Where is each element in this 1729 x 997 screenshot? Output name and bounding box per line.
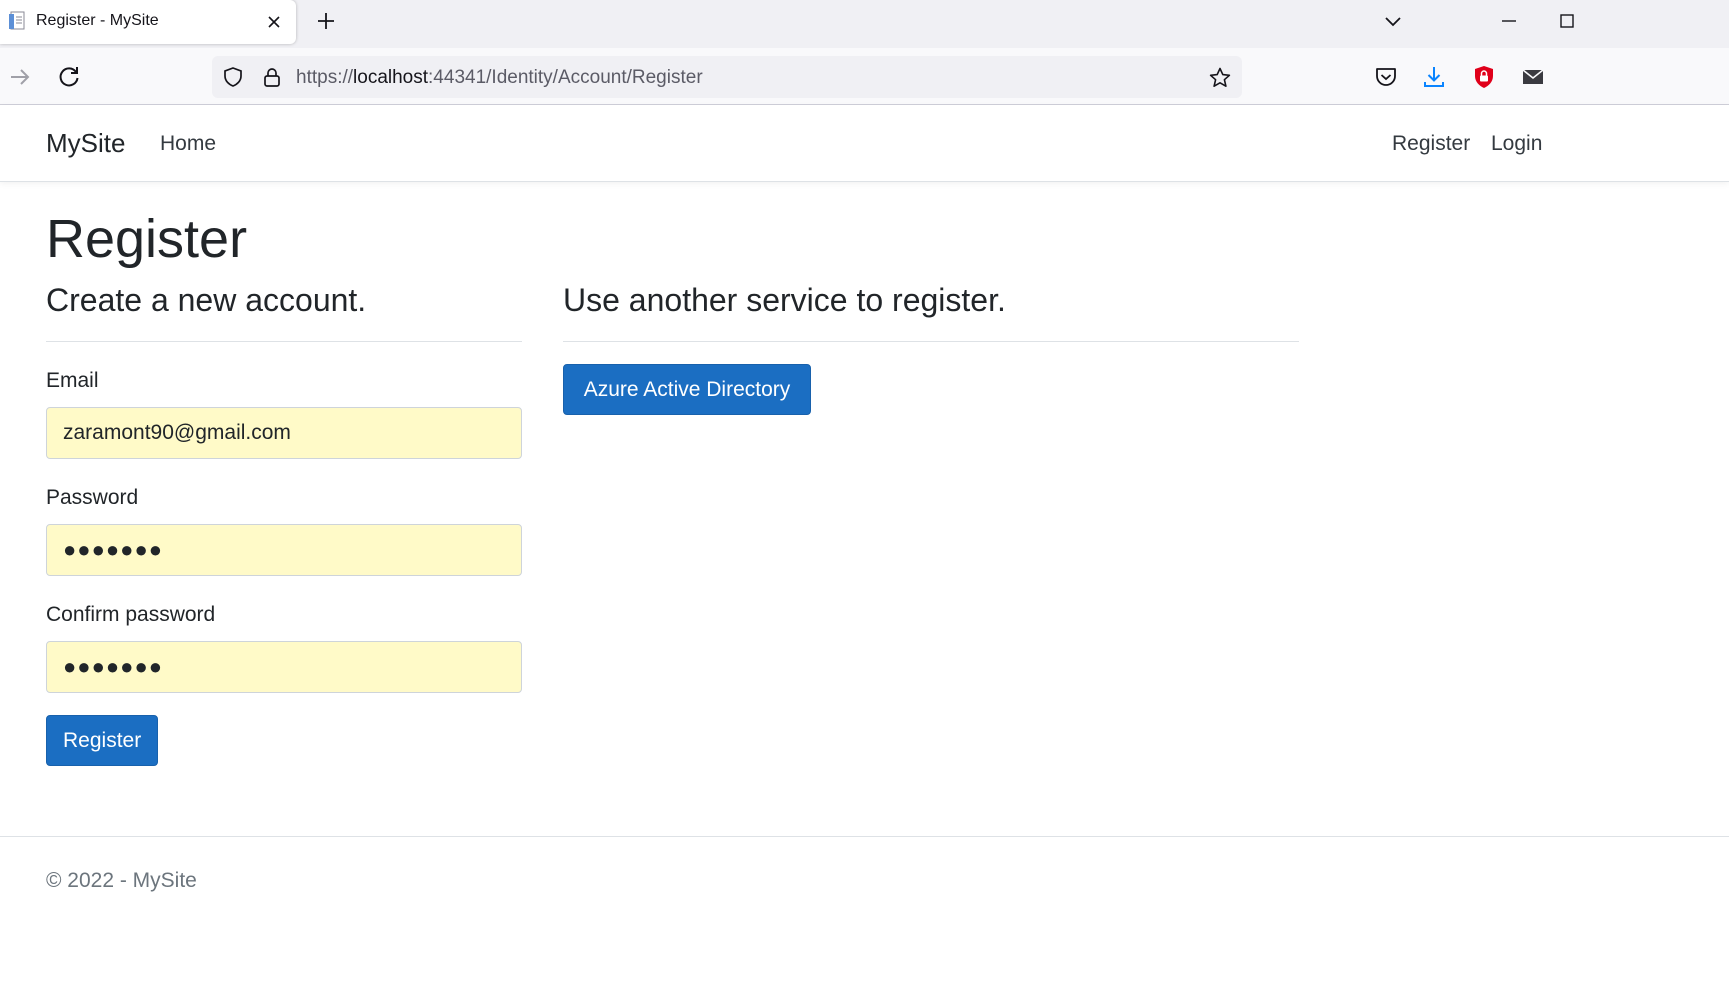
page-title: Register [46,209,248,269]
nav-register-link[interactable]: Register [1392,132,1470,156]
external-login-divider [563,341,1299,342]
password-field[interactable] [46,524,522,576]
nav-login-link[interactable]: Login [1491,132,1542,156]
url-host: localhost [353,67,429,88]
email-label: Email [46,369,99,392]
browser-tab-strip: Register - MySite [0,0,1729,48]
forward-arrow-icon[interactable] [6,63,34,91]
window-maximize-icon[interactable] [1556,10,1578,32]
browser-toolbar: https://localhost:44341/Identity/Account… [0,48,1729,105]
url-scheme: https:// [296,67,354,88]
url-path: :44341/Identity/Account/Register [428,67,703,88]
tracking-protection-shield-icon[interactable] [222,66,244,88]
email-field[interactable] [46,407,522,459]
password-label: Password [46,486,139,509]
reload-icon[interactable] [55,63,83,91]
form-heading: Create a new account. [46,282,367,318]
register-submit-button[interactable]: Register [46,715,158,766]
url-bar[interactable]: https://localhost:44341/Identity/Account… [212,56,1242,98]
new-tab-plus-icon[interactable] [314,9,338,33]
tab-close-icon[interactable] [264,12,284,32]
site-footer: © 2022 - MySite [0,836,1729,997]
nav-home-link[interactable]: Home [160,132,216,156]
azure-ad-login-button[interactable]: Azure Active Directory [563,364,811,415]
footer-copyright: © 2022 - MySite [46,869,197,892]
confirm-password-field[interactable] [46,641,522,693]
url-text[interactable]: https://localhost:44341/Identity/Account… [296,67,703,89]
brand-link[interactable]: MySite [46,128,125,159]
download-icon[interactable] [1421,64,1447,90]
external-login-heading: Use another service to register. [563,282,1006,318]
list-tabs-chevron-icon[interactable] [1382,10,1404,32]
confirm-password-label: Confirm password [46,603,216,626]
tab-title: Register - MySite [36,12,159,29]
browser-tab-active[interactable]: Register - MySite [0,0,296,44]
page-favicon-icon [9,11,25,30]
window-minimize-icon[interactable] [1498,10,1520,32]
pocket-icon[interactable] [1373,64,1399,90]
ublock-shield-icon[interactable] [1471,64,1497,90]
bookmark-star-icon[interactable] [1208,66,1232,90]
lock-icon[interactable] [261,66,283,88]
form-divider [46,341,522,342]
mail-icon[interactable] [1520,64,1546,90]
site-navbar: MySite Home Register Login [0,105,1729,182]
